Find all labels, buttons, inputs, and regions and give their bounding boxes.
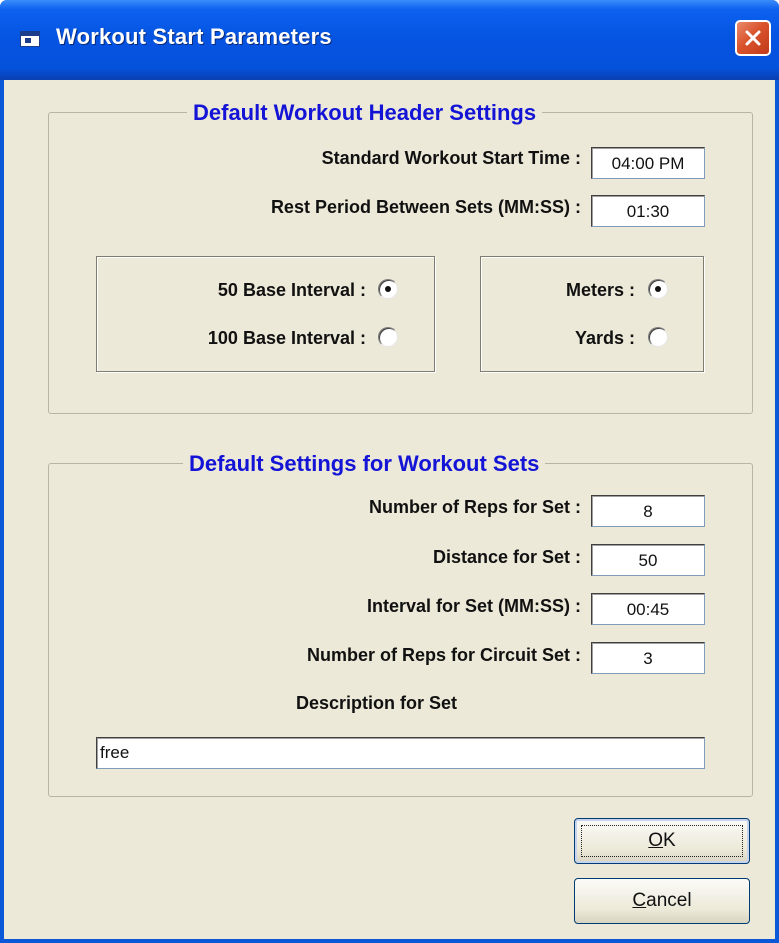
sets-settings-legend: Default Settings for Workout Sets <box>183 451 546 477</box>
base-interval-frame <box>96 256 435 372</box>
dialog-client-area: Default Workout Header Settings Standard… <box>4 80 775 939</box>
cancel-label-rest: ancel <box>646 890 692 911</box>
rest-period-label: Rest Period Between Sets (MM:SS) : <box>270 197 581 217</box>
radio-selected-dot <box>385 286 391 292</box>
start-time-label: Standard Workout Start Time : <box>321 148 581 168</box>
yards-radio[interactable] <box>648 327 668 347</box>
interval-100-radio[interactable] <box>378 327 398 347</box>
yards-label: Yards : <box>574 328 635 348</box>
circuit-reps-field[interactable]: 3 <box>591 642 705 674</box>
close-button[interactable] <box>735 20 771 56</box>
start-time-field[interactable]: 04:00 PM <box>591 147 705 179</box>
focus-rectangle <box>581 825 743 857</box>
cancel-button[interactable]: Cancel <box>574 878 750 924</box>
interval-100-label: 100 Base Interval : <box>207 328 366 348</box>
interval-50-radio[interactable] <box>378 279 398 299</box>
interval-label: Interval for Set (MM:SS) : <box>366 596 581 616</box>
rest-period-field[interactable]: 01:30 <box>591 195 705 227</box>
meters-radio[interactable] <box>648 279 668 299</box>
distance-label: Distance for Set : <box>432 547 581 567</box>
reps-field[interactable]: 8 <box>591 495 705 527</box>
meters-label: Meters : <box>565 280 635 300</box>
dialog-window: Workout Start Parameters Default Workout… <box>0 0 779 943</box>
description-label: Description for Set <box>296 693 458 713</box>
header-settings-legend: Default Workout Header Settings <box>187 100 543 126</box>
radio-selected-dot <box>655 286 661 292</box>
reps-label: Number of Reps for Set : <box>368 497 581 517</box>
cancel-mnemonic: C <box>632 890 647 911</box>
distance-field[interactable]: 50 <box>591 544 705 576</box>
title-bar[interactable]: Workout Start Parameters <box>0 0 779 80</box>
units-frame <box>480 256 704 372</box>
close-icon <box>745 30 761 46</box>
app-window-icon <box>20 31 40 47</box>
ok-button[interactable]: OK <box>574 818 750 864</box>
circuit-reps-label: Number of Reps for Circuit Set : <box>306 645 581 665</box>
interval-50-label: 50 Base Interval : <box>217 280 366 300</box>
interval-field[interactable]: 00:45 <box>591 593 705 625</box>
window-title: Workout Start Parameters <box>56 24 332 49</box>
description-field[interactable]: free <box>96 737 705 769</box>
